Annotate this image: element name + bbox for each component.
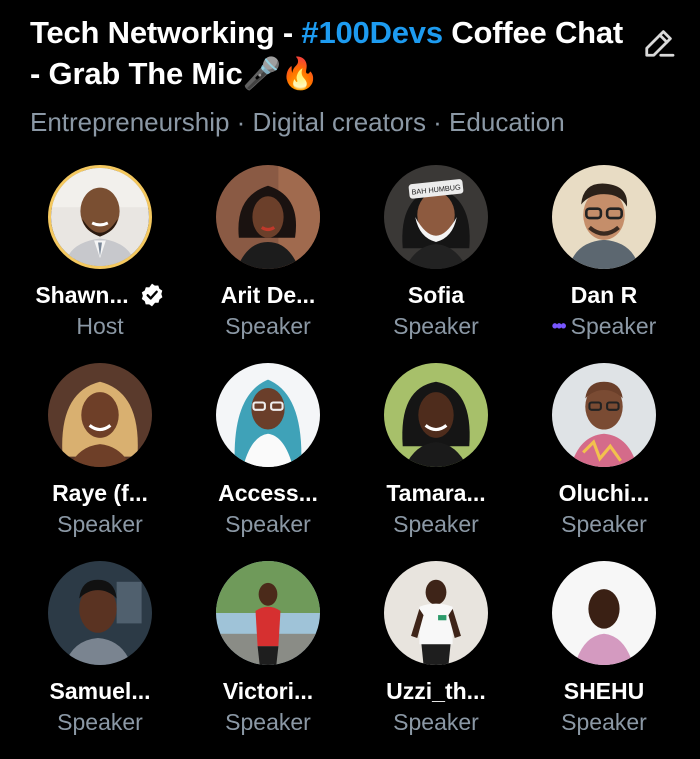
name-row: Oluchi... bbox=[559, 479, 650, 507]
hashtag-link[interactable]: #100Devs bbox=[301, 15, 443, 50]
name-row: Tamara... bbox=[386, 479, 485, 507]
avatar[interactable] bbox=[384, 363, 488, 467]
participant-cell[interactable]: Tamara... Speaker bbox=[352, 363, 520, 561]
avatar[interactable] bbox=[552, 561, 656, 665]
role-row: Speaker bbox=[393, 311, 479, 341]
participant-role: Speaker bbox=[225, 709, 311, 735]
name-row: SHEHU bbox=[564, 677, 645, 705]
space-title: Tech Networking - #100Devs Coffee Chat -… bbox=[30, 12, 640, 94]
name-row: Samuel... bbox=[50, 677, 151, 705]
participant-role: Speaker bbox=[561, 709, 647, 735]
role-row: ••• Speaker bbox=[552, 311, 657, 341]
participant-name: Victori... bbox=[222, 678, 314, 704]
participants-grid: Shawn... Host Arit De... Speaker BAH HUM… bbox=[16, 165, 688, 759]
avatar[interactable] bbox=[216, 165, 320, 269]
participant-cell[interactable]: Victori... Speaker bbox=[184, 561, 352, 759]
avatar[interactable] bbox=[552, 363, 656, 467]
avatar[interactable] bbox=[552, 165, 656, 269]
participant-name: Oluchi... bbox=[558, 480, 650, 506]
avatar[interactable] bbox=[48, 165, 152, 269]
avatar[interactable] bbox=[384, 561, 488, 665]
participant-cell[interactable]: SHEHU Speaker bbox=[520, 561, 688, 759]
avatar[interactable]: BAH HUMBUG bbox=[384, 165, 488, 269]
role-row: Speaker bbox=[393, 707, 479, 737]
name-row: Sofia bbox=[408, 281, 464, 309]
participant-role: Speaker bbox=[393, 709, 479, 735]
participant-cell[interactable]: BAH HUMBUG Sofia Speaker bbox=[352, 165, 520, 363]
participant-cell[interactable]: Arit De... Speaker bbox=[184, 165, 352, 363]
role-row: Speaker bbox=[57, 509, 143, 539]
participant-cell[interactable]: Shawn... Host bbox=[16, 165, 184, 363]
participant-name: Dan R bbox=[570, 282, 638, 308]
participant-name: Tamara... bbox=[386, 480, 486, 506]
participant-cell[interactable]: Samuel... Speaker bbox=[16, 561, 184, 759]
participant-name: Uzzi_th... bbox=[386, 678, 486, 704]
role-row: Speaker bbox=[561, 509, 647, 539]
speaking-indicator-icon: ••• bbox=[551, 315, 567, 336]
participant-cell[interactable]: Access... Speaker bbox=[184, 363, 352, 561]
participant-name: Arit De... bbox=[220, 282, 316, 308]
role-row: Speaker bbox=[57, 707, 143, 737]
name-row: Victori... bbox=[223, 677, 313, 705]
avatar[interactable] bbox=[48, 561, 152, 665]
role-row: Speaker bbox=[225, 707, 311, 737]
edit-icon[interactable] bbox=[638, 22, 680, 64]
avatar[interactable] bbox=[216, 363, 320, 467]
participant-role: Speaker bbox=[57, 511, 143, 537]
participant-name: Shawn... bbox=[35, 282, 129, 308]
role-row: Speaker bbox=[393, 509, 479, 539]
name-row: Uzzi_th... bbox=[386, 677, 486, 705]
participant-role: Speaker bbox=[393, 511, 479, 537]
participant-role: Host bbox=[76, 313, 124, 339]
space-topics: Entrepreneurship · Digital creators · Ed… bbox=[30, 107, 565, 137]
role-row: Speaker bbox=[225, 311, 311, 341]
participant-cell[interactable]: Uzzi_th... Speaker bbox=[352, 561, 520, 759]
avatar[interactable] bbox=[48, 363, 152, 467]
name-row: Dan R bbox=[571, 281, 637, 309]
participant-cell[interactable]: Oluchi... Speaker bbox=[520, 363, 688, 561]
participant-role: Speaker bbox=[225, 313, 311, 339]
role-row: Host bbox=[76, 311, 123, 341]
role-row: Speaker bbox=[225, 509, 311, 539]
participant-role: Speaker bbox=[57, 709, 143, 735]
participant-name: Samuel... bbox=[49, 678, 151, 704]
participant-name: SHEHU bbox=[563, 678, 645, 704]
role-row: Speaker bbox=[561, 707, 647, 737]
participant-name: Access... bbox=[218, 480, 318, 506]
name-row: Raye (f... bbox=[52, 479, 148, 507]
participant-role: Speaker bbox=[561, 511, 647, 537]
name-row: Access... bbox=[218, 479, 318, 507]
participant-role: Speaker bbox=[393, 313, 479, 339]
participant-cell[interactable]: Raye (f... Speaker bbox=[16, 363, 184, 561]
verified-badge-icon bbox=[141, 283, 163, 307]
participant-cell[interactable]: Dan R ••• Speaker bbox=[520, 165, 688, 363]
participant-role: Speaker bbox=[570, 313, 657, 339]
space-header: Tech Networking - #100Devs Coffee Chat -… bbox=[30, 12, 680, 138]
participant-role: Speaker bbox=[225, 511, 311, 537]
name-row: Arit De... bbox=[221, 281, 316, 309]
title-text: Tech Networking - bbox=[30, 15, 302, 50]
participant-name: Raye (f... bbox=[52, 480, 148, 506]
avatar[interactable] bbox=[216, 561, 320, 665]
participant-name: Sofia bbox=[407, 282, 465, 308]
name-row: Shawn... bbox=[35, 281, 164, 309]
